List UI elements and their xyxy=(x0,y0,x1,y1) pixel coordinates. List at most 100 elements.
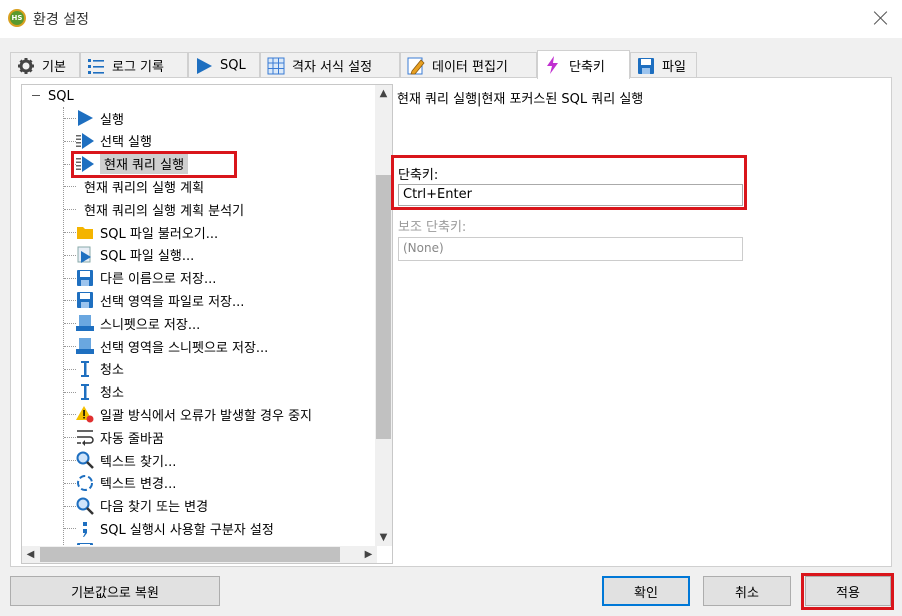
tree-item[interactable]: 저장 xyxy=(76,540,124,545)
cursor-icon xyxy=(76,360,94,378)
tab-grid-format[interactable]: 격자 서식 설정 xyxy=(260,52,400,78)
tab-label: 격자 서식 설정 xyxy=(292,60,373,75)
tree-item[interactable]: 일괄 방식에서 오류가 발생할 경우 중지 xyxy=(76,403,312,425)
tree-item-label: 스니펫으로 저장... xyxy=(100,317,201,333)
shortcut-label: 단축키: xyxy=(398,168,439,183)
app-logo-icon: HS xyxy=(8,9,26,27)
play-lines-icon xyxy=(76,155,94,173)
tree-guide-dot xyxy=(64,254,76,256)
tree-item-label: 저장 xyxy=(100,542,124,545)
tree-item-label: 일괄 방식에서 오류가 발생할 경우 중지 xyxy=(100,408,313,424)
lightning-icon xyxy=(544,56,562,74)
tree-item[interactable]: 다음 찾기 또는 변경 xyxy=(76,495,208,517)
scroll-left-icon[interactable]: ◀ xyxy=(22,546,39,563)
tree-guide-dot xyxy=(64,391,76,393)
tab-sql[interactable]: SQL xyxy=(188,52,260,78)
tree-item[interactable]: 자동 줄바꿈 xyxy=(76,426,164,448)
tree-item-label: 청소 xyxy=(100,386,124,402)
tree-guide-dot xyxy=(64,140,76,142)
list-icon xyxy=(87,57,105,75)
horizontal-scrollbar[interactable]: ◀ ▶ xyxy=(22,546,377,563)
magnifier-icon xyxy=(76,451,94,469)
tab-log[interactable]: 로그 기록 xyxy=(80,52,188,78)
save-icon xyxy=(76,291,94,309)
tab-shortcuts[interactable]: 단축키 xyxy=(537,50,630,79)
tree-guide-dot xyxy=(64,300,76,302)
command-description: 현재 쿼리 실행|현재 포커스된 SQL 쿼리 실행 xyxy=(397,92,644,107)
tree-item[interactable]: SQL 실행시 사용할 구분자 설정 xyxy=(76,517,274,539)
window-title: 환경 설정 xyxy=(33,12,89,28)
tree-item-label: 자동 줄바꿈 xyxy=(100,431,164,447)
alt-shortcut-label: 보조 단축키: xyxy=(398,220,467,235)
tab-label: 기본 xyxy=(42,60,66,75)
tree-item-label: 현재 쿼리의 실행 계획 분석기 xyxy=(84,203,245,219)
apply-button[interactable]: 적용 xyxy=(805,576,891,606)
collapse-icon[interactable] xyxy=(30,90,42,102)
scroll-down-icon[interactable]: ▼ xyxy=(375,529,392,546)
save-icon xyxy=(637,57,655,75)
tree-item[interactable]: 텍스트 찾기... xyxy=(76,449,176,471)
horizontal-scroll-thumb[interactable] xyxy=(40,547,340,562)
tree-item[interactable]: 현재 쿼리의 실행 계획 분석기 xyxy=(84,198,244,220)
tree-guide-dot xyxy=(64,163,76,165)
tree-guide-dot xyxy=(64,368,76,370)
shortcut-input[interactable]: Ctrl+Enter xyxy=(398,184,743,206)
save-icon xyxy=(76,269,94,287)
tree-item-label: 선택 영역을 파일로 저장... xyxy=(100,294,245,310)
magnifier-icon xyxy=(76,497,94,515)
tab-file[interactable]: 파일 xyxy=(630,52,697,78)
shortcut-tree[interactable]: SQL 실행 선택 실행 현재 쿼리 실행현재 쿼리의 실행 계획현재 쿼리의 실행… xyxy=(21,84,393,564)
tree-item[interactable]: SQL 파일 불러오기... xyxy=(76,221,218,243)
tree-item[interactable]: 스니펫으로 저장... xyxy=(76,312,200,334)
tree-viewport: SQL 실행 선택 실행 현재 쿼리 실행현재 쿼리의 실행 계획현재 쿼리의 실행… xyxy=(22,85,377,545)
tab-basic[interactable]: 기본 xyxy=(10,52,80,78)
tree-item[interactable]: SQL 파일 실행... xyxy=(76,244,194,266)
cancel-button[interactable]: 취소 xyxy=(703,576,791,606)
tab-label: 데이터 편집기 xyxy=(432,60,508,75)
tree-guide-dot xyxy=(64,232,76,233)
tree-root-sql[interactable]: SQL xyxy=(30,85,74,107)
tree-guide-dot xyxy=(64,209,76,211)
tree-guide-dot xyxy=(64,346,76,347)
tree-item[interactable]: 선택 영역을 파일로 저장... xyxy=(76,289,244,311)
play-icon xyxy=(76,109,94,127)
close-icon[interactable] xyxy=(872,9,890,27)
tree-item[interactable]: 청소 xyxy=(76,358,124,380)
tree-item[interactable]: 다른 이름으로 저장... xyxy=(76,267,216,289)
tree-guide-dot xyxy=(64,437,76,439)
tree-guide-dot xyxy=(64,277,76,279)
scroll-right-icon[interactable]: ▶ xyxy=(360,546,377,563)
tree-item-label: 텍스트 변경... xyxy=(100,477,177,493)
tree-item[interactable]: 선택 영역을 스니펫으로 저장... xyxy=(76,335,268,357)
tab-data-editor[interactable]: 데이터 편집기 xyxy=(400,52,537,78)
ok-button[interactable]: 확인 xyxy=(602,576,690,606)
tree-item[interactable]: 실행 xyxy=(76,107,124,129)
tree-root-label: SQL xyxy=(48,88,74,104)
tree-item[interactable]: 선택 실행 xyxy=(76,130,152,152)
tree-item-label: 현재 쿼리의 실행 계획 xyxy=(84,180,205,196)
alt-shortcut-input[interactable]: (None) xyxy=(398,237,743,261)
tab-label: 로그 기록 xyxy=(112,60,164,75)
vertical-scrollbar[interactable]: ▲ ▼ xyxy=(375,85,392,546)
snippet-icon xyxy=(76,314,94,332)
tree-guide-dot xyxy=(64,186,76,188)
title-bar: HS 환경 설정 xyxy=(0,0,902,38)
tree-item[interactable]: 현재 쿼리의 실행 계획 xyxy=(84,175,204,197)
tree-item[interactable]: 현재 쿼리 실행 xyxy=(76,153,189,175)
reset-defaults-button[interactable]: 기본값으로 복원 xyxy=(10,576,220,606)
semicolon-icon xyxy=(76,519,94,538)
tree-item[interactable]: 텍스트 변경... xyxy=(76,472,176,494)
grid-icon xyxy=(267,57,285,75)
tree-item[interactable]: 청소 xyxy=(76,381,124,403)
tab-content-panel: SQL 실행 선택 실행 현재 쿼리 실행현재 쿼리의 실행 계획현재 쿼리의 실행… xyxy=(10,77,892,567)
vertical-scroll-thumb[interactable] xyxy=(376,175,391,439)
tree-guide-dot xyxy=(64,482,76,484)
tree-item-label: 현재 쿼리 실행 xyxy=(100,153,189,175)
edit-icon xyxy=(407,57,425,75)
cursor-icon xyxy=(76,383,94,401)
wrap-icon xyxy=(76,428,94,447)
tab-label: SQL xyxy=(220,58,246,73)
play-icon xyxy=(195,57,213,75)
play-lines-icon xyxy=(76,132,94,150)
scroll-up-icon[interactable]: ▲ xyxy=(375,85,392,102)
